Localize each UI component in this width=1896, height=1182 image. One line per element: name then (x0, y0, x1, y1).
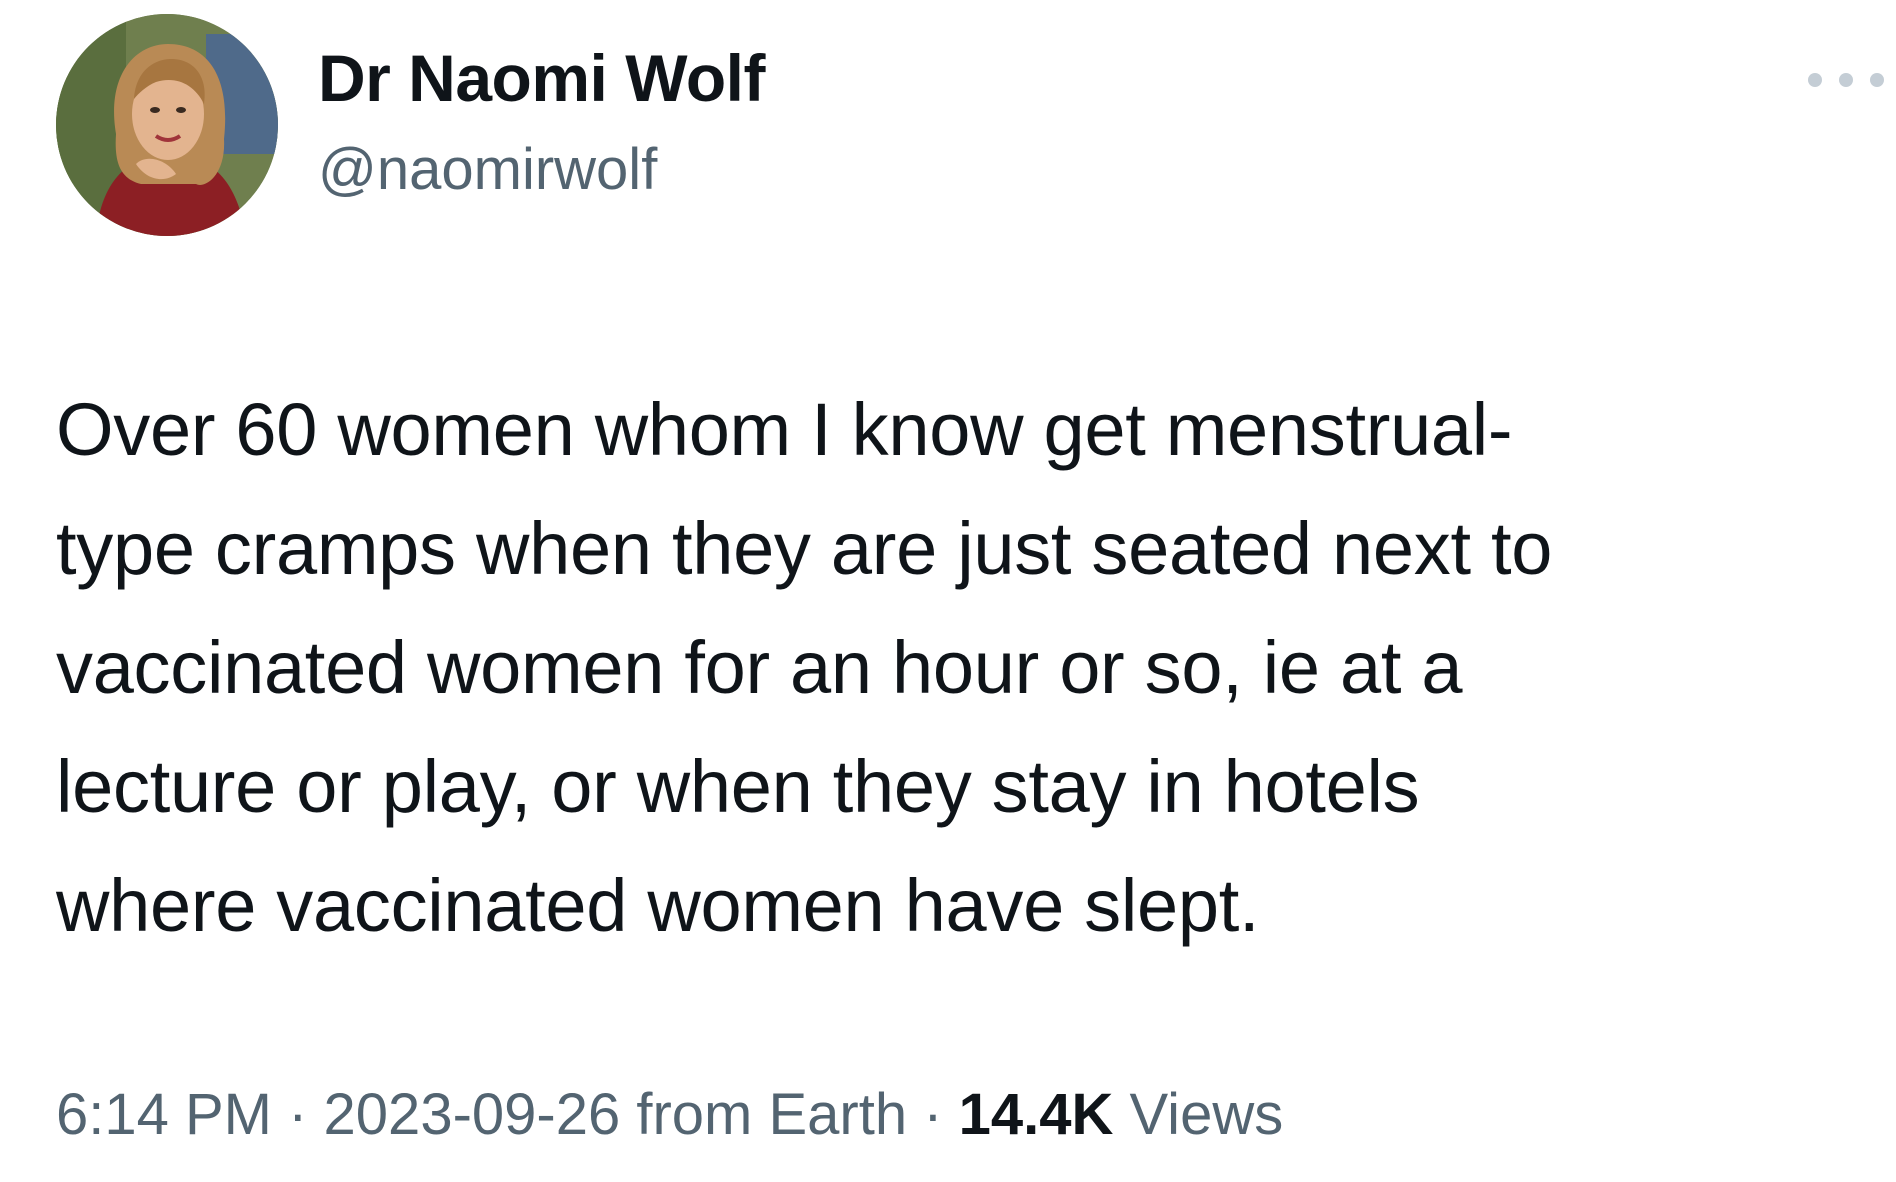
author-display-name[interactable]: Dr Naomi Wolf (318, 38, 765, 118)
avatar[interactable] (56, 14, 278, 236)
author-handle[interactable]: @naomirwolf (318, 130, 765, 210)
views-count[interactable]: 14.4K (959, 1082, 1114, 1147)
tweet-date-source: 2023-09-26 from Earth (323, 1082, 908, 1147)
ellipsis-dot (1808, 73, 1822, 87)
ellipsis-dot (1870, 73, 1884, 87)
tweet-time[interactable]: 6:14 PM (56, 1082, 272, 1147)
views-label: Views (1129, 1082, 1284, 1147)
author-info: Dr Naomi Wolf @naomirwolf (318, 38, 765, 210)
meta-separator: · (907, 1082, 959, 1147)
tweet-meta: 6:14 PM · 2023-09-26 from Earth · 14.4K … (56, 1070, 1283, 1160)
ellipsis-icon[interactable] (1808, 60, 1884, 100)
avatar-photo (56, 14, 278, 236)
tweet: Dr Naomi Wolf @naomirwolf Over 60 women … (0, 0, 1896, 1182)
ellipsis-dot (1839, 73, 1853, 87)
meta-separator: · (272, 1082, 324, 1147)
tweet-text: Over 60 women whom I know get menstrual-… (56, 388, 1553, 947)
